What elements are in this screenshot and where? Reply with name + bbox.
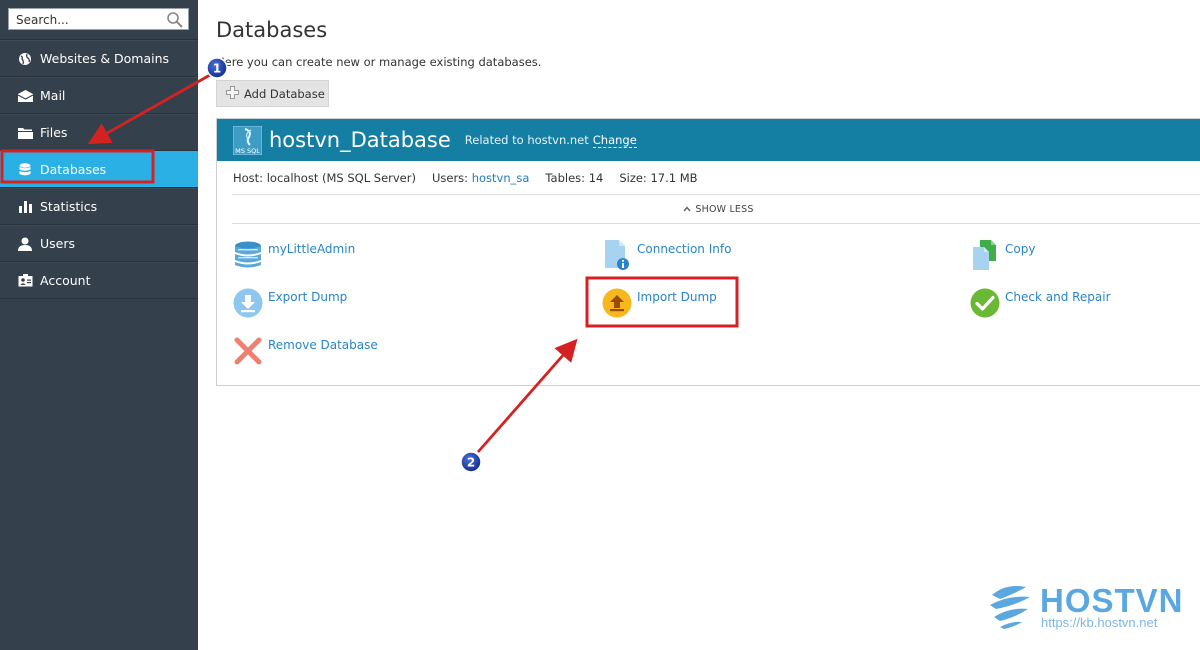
sidebar-item-label: Account bbox=[40, 273, 91, 288]
action-label: Check and Repair bbox=[1005, 290, 1111, 304]
sidebar-item-label: Users bbox=[40, 236, 76, 251]
sidebar-item-websites-domains[interactable]: Websites & Domains bbox=[0, 40, 198, 77]
search-box bbox=[8, 8, 189, 30]
sidebar-item-statistics[interactable]: Statistics bbox=[0, 188, 198, 225]
size-info: Size: 17.1 MB bbox=[619, 171, 697, 185]
globe-icon bbox=[17, 51, 33, 67]
sidebar: Websites & Domains Mail Files Databases … bbox=[0, 0, 198, 650]
search-input[interactable] bbox=[9, 10, 159, 30]
database-name: hostvn_Database bbox=[269, 128, 451, 152]
sidebar-item-label: Websites & Domains bbox=[40, 51, 170, 66]
action-export-dump[interactable]: Export Dump bbox=[233, 288, 347, 318]
sidebar-item-users[interactable]: Users bbox=[0, 225, 198, 262]
action-label: Export Dump bbox=[268, 290, 348, 304]
mssql-icon-label: MS SQL bbox=[235, 147, 260, 155]
hostvn-watermark: HOSTVN https://kb.hostvn.net bbox=[986, 581, 1183, 635]
action-remove-database[interactable]: Remove Database bbox=[233, 336, 378, 366]
envelope-icon bbox=[17, 88, 33, 104]
action-label: Import Dump bbox=[637, 290, 717, 304]
sidebar-item-files[interactable]: Files bbox=[0, 114, 198, 151]
chevron-up-icon bbox=[683, 204, 691, 215]
action-label: Connection Info bbox=[637, 242, 732, 256]
change-link[interactable]: Change bbox=[592, 133, 637, 148]
size-value: 17.1 MB bbox=[650, 170, 698, 185]
document-info-icon bbox=[602, 240, 632, 270]
main-content: Databases Here you can create new or man… bbox=[198, 0, 1200, 650]
host-info: Host: localhost (MS SQL Server) bbox=[233, 170, 416, 185]
users-label: Users: bbox=[431, 170, 469, 185]
sidebar-item-label: Statistics bbox=[40, 199, 98, 214]
action-connection-info[interactable]: Connection Info bbox=[602, 240, 731, 270]
size-label: Size: bbox=[619, 170, 647, 185]
mssql-icon: MS SQL bbox=[232, 125, 263, 155]
tables-value: 14 bbox=[588, 170, 604, 185]
add-database-button[interactable]: Add Database bbox=[216, 80, 329, 107]
sidebar-item-label: Mail bbox=[40, 88, 66, 103]
action-mylittleadmin[interactable]: myLittleAdmin bbox=[233, 240, 355, 270]
database-icon bbox=[17, 162, 33, 178]
search-icon[interactable] bbox=[166, 11, 184, 33]
database-info-row: Host: localhost (MS SQL Server) Users: h… bbox=[232, 161, 1200, 195]
tables-label: Tables: bbox=[545, 170, 586, 185]
action-label: myLittleAdmin bbox=[268, 242, 356, 256]
sidebar-item-mail[interactable]: Mail bbox=[0, 77, 198, 114]
show-less-toggle[interactable]: SHOW LESS bbox=[232, 195, 1200, 224]
folder-icon bbox=[17, 125, 33, 141]
sidebar-item-databases[interactable]: Databases bbox=[0, 151, 198, 188]
show-less-label: SHOW LESS bbox=[695, 203, 754, 215]
related-domain-text: Related to hostvn.net bbox=[464, 133, 589, 147]
database-actions: myLittleAdmin Connection Info Copy Expor… bbox=[217, 224, 1200, 374]
page-title: Databases bbox=[216, 18, 328, 42]
add-database-label: Add Database bbox=[244, 86, 325, 101]
hostvn-logo-icon bbox=[986, 581, 1034, 635]
copy-documents-icon bbox=[970, 240, 1000, 270]
user-icon bbox=[17, 236, 33, 252]
upload-icon bbox=[602, 288, 632, 318]
sidebar-item-account[interactable]: Account bbox=[0, 262, 198, 299]
users-link[interactable]: hostvn_sa bbox=[472, 171, 530, 185]
checkmark-icon bbox=[970, 288, 1000, 318]
database-stack-icon bbox=[233, 240, 263, 270]
bar-chart-icon bbox=[17, 199, 33, 215]
action-copy[interactable]: Copy bbox=[970, 240, 1035, 270]
sidebar-nav: Websites & Domains Mail Files Databases … bbox=[0, 39, 198, 299]
sidebar-item-label: Files bbox=[40, 125, 68, 140]
action-label: Copy bbox=[1005, 242, 1036, 256]
sidebar-item-label: Databases bbox=[40, 162, 107, 177]
users-info: Users: hostvn_sa bbox=[432, 171, 529, 185]
database-header: MS SQL hostvn_Database Related to hostvn… bbox=[217, 119, 1200, 161]
remove-x-icon bbox=[233, 336, 263, 366]
action-check-repair[interactable]: Check and Repair bbox=[970, 288, 1111, 318]
account-card-icon bbox=[17, 273, 33, 289]
watermark-url: https://kb.hostvn.net bbox=[1041, 615, 1158, 630]
action-import-dump[interactable]: Import Dump bbox=[602, 288, 717, 318]
tables-info: Tables: 14 bbox=[545, 171, 603, 185]
page-description: Here you can create new or manage existi… bbox=[216, 55, 542, 69]
database-panel: MS SQL hostvn_Database Related to hostvn… bbox=[216, 118, 1200, 386]
action-label: Remove Database bbox=[268, 338, 378, 352]
download-icon bbox=[233, 288, 263, 318]
plus-icon bbox=[226, 85, 239, 102]
